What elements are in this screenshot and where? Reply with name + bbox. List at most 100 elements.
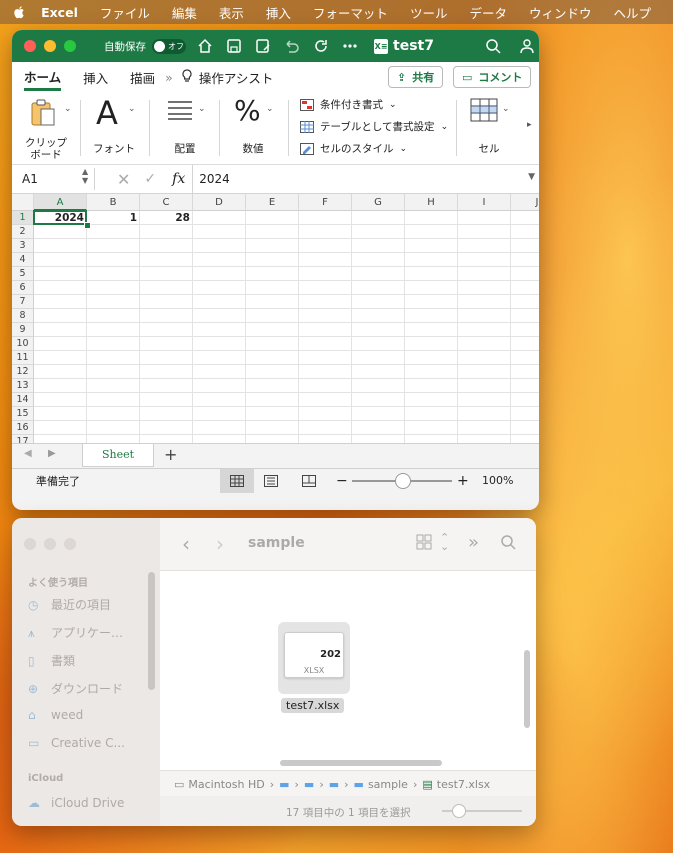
zoom-slider[interactable] [352, 473, 452, 489]
save-icon[interactable] [224, 36, 244, 56]
add-sheet-button[interactable]: + [164, 445, 177, 464]
sidebar-item-recents[interactable]: ◷ 最近の項目 [28, 596, 111, 613]
save-as-icon[interactable] [253, 36, 273, 56]
column-header-e[interactable]: E [246, 194, 299, 211]
share-button[interactable]: ⇪ 共有 [388, 66, 444, 88]
select-all-corner[interactable] [12, 194, 34, 211]
page-break-view-icon[interactable] [302, 475, 316, 490]
format-as-table-button[interactable]: テーブルとして書式設定 ⌄ [300, 119, 448, 134]
cells-group[interactable]: ⌄ セル [464, 92, 514, 164]
vertical-scrollbar[interactable] [524, 650, 530, 728]
toolbar-overflow-icon[interactable]: » [468, 532, 479, 553]
row-header-7[interactable]: 7 [12, 295, 34, 309]
sidebar-item-home[interactable]: ⌂ weed [28, 708, 83, 722]
row-header-17[interactable]: 17 [12, 435, 34, 443]
autosave-toggle[interactable]: オフ [152, 38, 186, 54]
row-header-13[interactable]: 13 [12, 379, 34, 393]
row-header-6[interactable]: 6 [12, 281, 34, 295]
spreadsheet-grid[interactable]: ABCDEFGHIJ123456789101112131415161718202… [12, 194, 539, 443]
font-group[interactable]: A ⌄ フォント [88, 92, 140, 164]
fill-handle[interactable] [84, 222, 91, 229]
view-grid-icon[interactable] [416, 534, 432, 553]
tell-me-label[interactable]: 操作アシスト [199, 68, 274, 87]
sidebar-item-documents[interactable]: ▯ 書類 [28, 652, 75, 669]
view-options-icon[interactable]: ⌃ ⌄ [440, 532, 449, 552]
prev-sheet-icon[interactable]: ◀ [24, 448, 32, 459]
comment-button[interactable]: ▭ コメント [453, 66, 532, 88]
more-tabs-icon[interactable]: » [165, 70, 173, 85]
tab-home[interactable]: ホーム [24, 63, 62, 91]
finder-search-icon[interactable] [500, 534, 516, 553]
back-button[interactable]: ‹ [182, 532, 190, 556]
close-button[interactable] [24, 40, 36, 52]
column-header-j[interactable]: J [511, 194, 539, 211]
menu-view[interactable]: 表示 [219, 3, 244, 22]
number-group[interactable]: % ⌄ 数値 [226, 92, 280, 164]
redo-icon[interactable] [311, 36, 331, 56]
account-icon[interactable] [517, 36, 537, 56]
menu-data[interactable]: データ [469, 3, 507, 22]
row-header-5[interactable]: 5 [12, 267, 34, 281]
cell-b1[interactable]: 1 [87, 211, 140, 225]
cell-c1[interactable]: 28 [140, 211, 193, 225]
forward-button[interactable]: › [216, 532, 224, 556]
finder-zoom-button[interactable] [64, 538, 76, 550]
icon-size-slider-knob[interactable] [452, 804, 466, 818]
menu-edit[interactable]: 編集 [172, 3, 197, 22]
row-header-14[interactable]: 14 [12, 393, 34, 407]
column-header-i[interactable]: I [458, 194, 511, 211]
menu-help[interactable]: ヘルプ [613, 3, 651, 22]
menu-file[interactable]: ファイル [100, 3, 150, 22]
more-icon[interactable] [340, 36, 360, 56]
row-header-1[interactable]: 1 [12, 211, 34, 225]
sidebar-item-creative-cloud[interactable]: ▭ Creative C... [28, 736, 125, 750]
menu-format[interactable]: フォーマット [313, 3, 388, 22]
conditional-formatting-button[interactable]: 条件付き書式 ⌄ [300, 97, 397, 112]
menu-insert[interactable]: 挿入 [266, 3, 291, 22]
menu-tools[interactable]: ツール [410, 3, 448, 22]
undo-icon[interactable] [282, 36, 302, 56]
column-header-g[interactable]: G [352, 194, 405, 211]
tab-draw[interactable]: 描画 [130, 64, 155, 91]
zoom-out-button[interactable]: − [336, 473, 348, 489]
sidebar-item-downloads[interactable]: ⊕ ダウンロード [28, 680, 123, 697]
file-item[interactable]: 202 XLSX [278, 622, 350, 694]
apple-menu-icon[interactable] [12, 4, 27, 20]
column-header-h[interactable]: H [405, 194, 458, 211]
folder-icon[interactable]: ▬ [279, 778, 289, 791]
alignment-group[interactable]: ⌄ 配置 [158, 92, 212, 164]
tab-insert[interactable]: 挿入 [83, 64, 108, 91]
sidebar-item-applications[interactable]: ⩚ アプリケー… [28, 624, 123, 641]
cell-styles-button[interactable]: セルのスタイル ⌄ [300, 141, 407, 156]
zoom-in-button[interactable]: + [457, 473, 469, 489]
sidebar-item-icloud-drive[interactable]: ☁ iCloud Drive [28, 796, 124, 810]
file-name[interactable]: test7.xlsx [281, 698, 345, 713]
row-header-3[interactable]: 3 [12, 239, 34, 253]
zoom-slider-knob[interactable] [395, 473, 411, 489]
zoom-button[interactable] [64, 40, 76, 52]
row-header-2[interactable]: 2 [12, 225, 34, 239]
row-header-15[interactable]: 15 [12, 407, 34, 421]
folder-icon[interactable]: ▬ [304, 778, 314, 791]
confirm-entry-icon[interactable]: ✓ [144, 171, 156, 187]
column-header-c[interactable]: C [140, 194, 193, 211]
cancel-entry-icon[interactable]: ✕ [117, 170, 130, 189]
normal-view-button[interactable] [220, 469, 254, 493]
row-header-10[interactable]: 10 [12, 337, 34, 351]
column-header-b[interactable]: B [87, 194, 140, 211]
row-header-11[interactable]: 11 [12, 351, 34, 365]
path-item-disk[interactable]: Macintosh HD [188, 778, 264, 791]
formula-expand-icon[interactable]: ▼ [528, 172, 535, 182]
next-sheet-icon[interactable]: ▶ [48, 448, 56, 459]
folder-icon[interactable]: ▬ [329, 778, 339, 791]
row-header-16[interactable]: 16 [12, 421, 34, 435]
row-header-9[interactable]: 9 [12, 323, 34, 337]
horizontal-scrollbar[interactable] [280, 760, 442, 766]
number-dropdown-icon[interactable]: ⌄ [266, 104, 274, 114]
page-layout-view-icon[interactable] [264, 475, 278, 490]
formula-input[interactable]: 2024 [199, 172, 230, 186]
path-item-folder[interactable]: sample [368, 778, 408, 791]
sidebar-scrollbar[interactable] [148, 572, 155, 690]
insert-function-icon[interactable]: fx [172, 171, 185, 187]
row-header-8[interactable]: 8 [12, 309, 34, 323]
